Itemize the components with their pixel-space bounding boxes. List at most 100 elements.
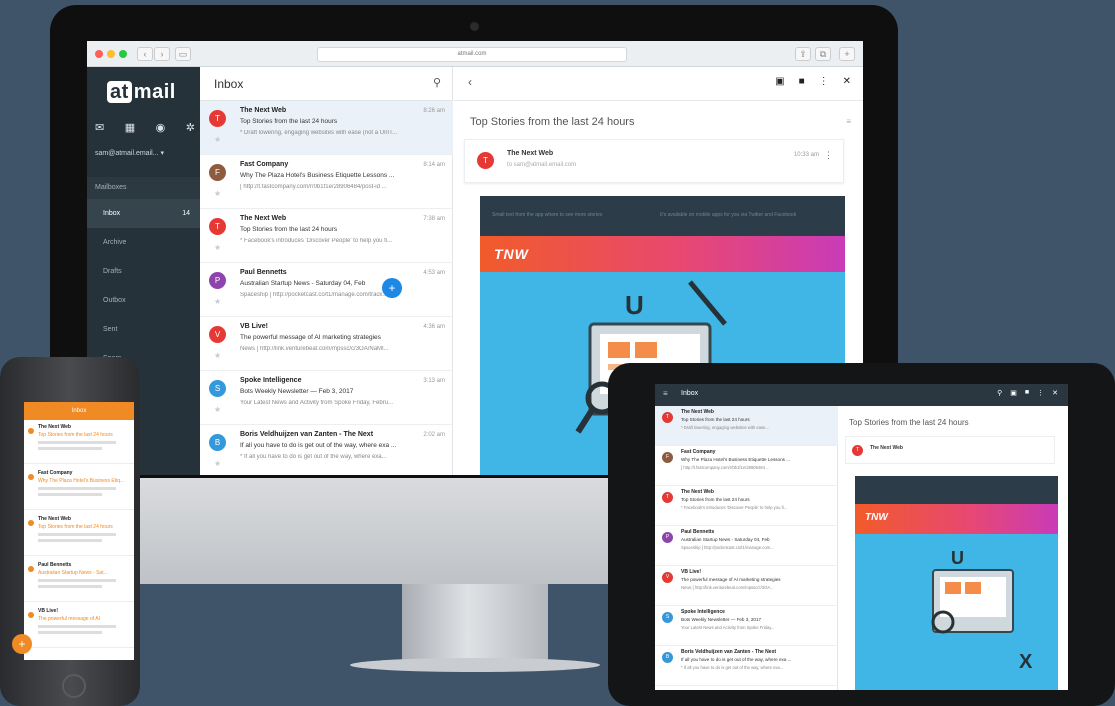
close-window-button[interactable] xyxy=(95,50,103,58)
sidebar-item-sent[interactable]: Sent xyxy=(87,315,200,344)
chevron-down-icon: ▾ xyxy=(160,150,164,157)
settings-gear-icon[interactable]: ✲ xyxy=(186,121,195,134)
message-subject: If all you have to do is get out of the … xyxy=(681,657,792,662)
more-vert-icon[interactable]: ⋮ xyxy=(824,150,833,161)
list-item[interactable]: Fast Company Why The Plaza Hotel's Busine… xyxy=(24,466,134,510)
menu-icon[interactable]: ≡ xyxy=(846,117,851,126)
list-item[interactable]: B ★ Boris Veldhuijzen van Zanten - The Nex… xyxy=(200,425,453,475)
message-preview: Spaceship [ http://pocketcast.co/t1/mana… xyxy=(681,545,774,550)
list-item[interactable]: T The Next Web Top Stories from the last 2… xyxy=(655,486,838,526)
sidebar-app-icons: ✉ ▦ ◉ ✲ xyxy=(95,121,195,134)
more-vert-icon[interactable]: ⋮ xyxy=(819,76,829,87)
mail-icon[interactable]: ✉ xyxy=(95,121,104,134)
star-icon[interactable]: ★ xyxy=(214,351,221,360)
preview-line xyxy=(38,493,103,496)
message-subject: Why The Plaza Hotel's Business Etiquette… xyxy=(240,172,395,179)
tabs-icon[interactable]: ⧉ xyxy=(815,47,831,61)
account-selector[interactable]: sam@atmail.email... ▾ xyxy=(95,149,195,157)
address-bar[interactable]: atmail.com xyxy=(317,47,627,62)
sidebar-item-outbox[interactable]: Outbox xyxy=(87,286,200,315)
star-icon[interactable]: ★ xyxy=(214,189,221,198)
delete-icon[interactable]: ■ xyxy=(799,76,805,87)
list-item[interactable]: T ★ The Next Web 8:26 am Top Stories from th… xyxy=(200,101,453,155)
tnw-logo: TNW xyxy=(865,512,888,523)
list-item[interactable]: V ★ VB Live! 4:36 am The powerful message of… xyxy=(200,317,453,371)
list-item[interactable]: P Paul Bennetts Australian Startup News - … xyxy=(655,526,838,566)
new-tab-icon[interactable]: + xyxy=(839,47,855,61)
avatar: V xyxy=(662,572,673,583)
avatar: T xyxy=(209,218,226,235)
message-sender: VB Live! xyxy=(681,569,702,575)
svg-text:X: X xyxy=(1019,651,1033,673)
share-icon[interactable]: ⇪ xyxy=(795,47,811,61)
message-header-card: T The Next Web xyxy=(845,436,1055,464)
message-sender: Boris Veldhuijzen van Zanten - The Next xyxy=(240,431,374,438)
message-preview: * If all you have to do is get out of th… xyxy=(240,454,387,460)
forward-arrow-icon[interactable]: › xyxy=(154,47,170,61)
sidebar-item-drafts[interactable]: Drafts xyxy=(87,257,200,286)
svg-text:U: U xyxy=(625,290,644,320)
minimize-window-button[interactable] xyxy=(107,50,115,58)
close-icon[interactable]: ✕ xyxy=(1052,389,1058,397)
unread-dot xyxy=(28,474,34,480)
message-sender: Fast Company xyxy=(240,161,289,168)
sidebar-toggle-icon[interactable]: ▭ xyxy=(175,47,191,61)
newsletter-top-bar: Small text from the app where to see mor… xyxy=(480,196,845,236)
sidebar-item-inbox[interactable]: Inbox 14 xyxy=(87,199,200,228)
list-item[interactable]: P ★ Paul Bennetts 4:53 am Australian Startup… xyxy=(200,263,453,317)
star-icon[interactable]: ★ xyxy=(214,135,221,144)
star-icon[interactable]: ★ xyxy=(214,243,221,252)
message-sender: The Next Web xyxy=(38,424,71,430)
message-preview: Your Latest News and Activity from Spoke… xyxy=(681,625,775,630)
star-icon[interactable]: ★ xyxy=(214,297,221,306)
compose-button[interactable]: + xyxy=(382,278,402,298)
message-sender: VB Live! xyxy=(38,608,59,614)
archive-icon[interactable]: ▣ xyxy=(1010,389,1017,397)
home-button[interactable] xyxy=(62,674,86,698)
star-icon[interactable]: ★ xyxy=(214,405,221,414)
list-item[interactable]: The Next Web Top Stories from the last 24… xyxy=(24,420,134,464)
list-item[interactable]: VB Live! The powerful message of AI xyxy=(24,604,134,648)
unread-dot xyxy=(28,566,34,572)
message-preview: * Facebook's introduces 'Discover People… xyxy=(681,505,788,510)
calendar-icon[interactable]: ▦ xyxy=(125,121,135,134)
list-item[interactable]: T ★ The Next Web 7:38 am Top Stories from th… xyxy=(200,209,453,263)
archive-icon[interactable]: ▣ xyxy=(775,76,784,87)
message-sender: Paul Bennetts xyxy=(240,269,287,276)
message-subject: Why The Plaza Hotel's Business Etiquette… xyxy=(681,457,791,462)
maximize-window-button[interactable] xyxy=(119,50,127,58)
list-item[interactable]: F Fast Company Why The Plaza Hotel's Busin… xyxy=(655,446,838,486)
back-arrow-icon[interactable]: ‹ xyxy=(468,75,472,89)
list-item[interactable]: S ★ Spoke Intelligence 3:13 am Bots Weekly N… xyxy=(200,371,453,425)
search-icon[interactable]: ⚲ xyxy=(997,389,1002,397)
back-arrow-icon[interactable]: ‹ xyxy=(137,47,153,61)
search-icon[interactable]: ⚲ xyxy=(433,76,441,89)
reader-toolbar: ‹ ▣ ■ ⋮ ✕ xyxy=(454,67,863,101)
message-time: 8:26 am xyxy=(423,108,445,114)
compose-button[interactable]: + xyxy=(12,634,32,654)
avatar: F xyxy=(662,452,673,463)
message-sender: The Next Web xyxy=(681,409,714,415)
newsletter-body: TNW U X xyxy=(855,476,1058,690)
list-item[interactable]: The Next Web Top Stories from the last 24… xyxy=(24,512,134,556)
list-item[interactable]: S Spoke Intelligence Bots Weekly Newslette… xyxy=(655,606,838,646)
contacts-icon[interactable]: ◉ xyxy=(156,121,166,134)
list-item[interactable]: B Boris Veldhuijzen van Zanten - The Next… xyxy=(655,646,838,686)
message-sender: The Next Web xyxy=(681,489,714,495)
tablet-title: Inbox xyxy=(681,390,699,397)
message-preview: * If all you have to do is get out of th… xyxy=(681,665,784,670)
close-icon[interactable]: ✕ xyxy=(843,76,851,87)
list-item[interactable]: F ★ Fast Company 8:14 am Why The Plaza Hotel… xyxy=(200,155,453,209)
sidebar-item-archive[interactable]: Archive xyxy=(87,228,200,257)
list-item[interactable]: Paul Bennetts Australian Startup News - S… xyxy=(24,558,134,602)
more-vert-icon[interactable]: ⋮ xyxy=(1037,389,1044,397)
avatar: S xyxy=(662,612,673,623)
delete-icon[interactable]: ■ xyxy=(1025,389,1029,397)
list-item[interactable]: T The Next Web Top Stories from the last 2… xyxy=(655,406,838,446)
message-header-card: T The Next Web to sam@atmail.email.com 1… xyxy=(464,139,844,183)
hamburger-menu-icon[interactable]: ≡ xyxy=(663,389,668,398)
message-preview: Spaceship [ http://pocketcast.co/t1/mana… xyxy=(240,292,388,298)
message-preview: * Draft lowering, engaging websites with… xyxy=(681,425,769,430)
star-icon[interactable]: ★ xyxy=(214,459,221,468)
list-item[interactable]: V VB Live! The powerful message of AI mark… xyxy=(655,566,838,606)
